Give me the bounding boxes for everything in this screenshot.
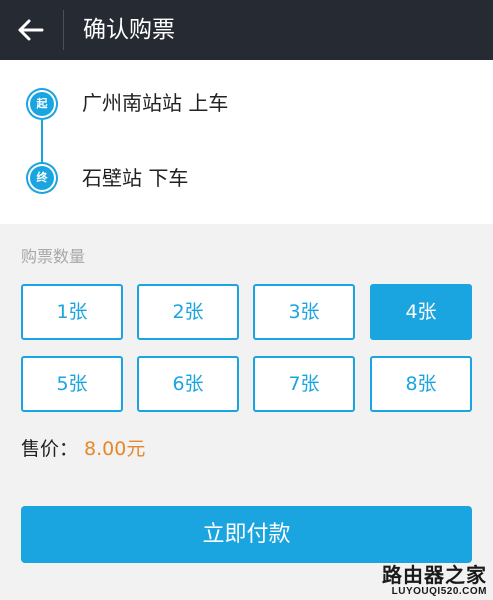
page-title: 确认购票 bbox=[83, 17, 175, 43]
start-stop-marker: 起 bbox=[30, 92, 54, 116]
watermark-text: 路由器之家 bbox=[382, 563, 487, 587]
header-divider bbox=[63, 10, 64, 50]
arrow-left-icon bbox=[18, 19, 44, 41]
price-label: 售价： bbox=[21, 438, 79, 460]
price-value: 8.00元 bbox=[84, 438, 146, 460]
ticket-option-5[interactable]: 5张 bbox=[21, 356, 123, 412]
alighting-station-label: 石壁站 下车 bbox=[82, 166, 189, 190]
ticket-option-2[interactable]: 2张 bbox=[137, 284, 239, 340]
ticket-option-1[interactable]: 1张 bbox=[21, 284, 123, 340]
ticket-option-6[interactable]: 6张 bbox=[137, 356, 239, 412]
pay-now-button[interactable]: 立即付款 bbox=[21, 506, 472, 563]
route-card bbox=[0, 60, 493, 224]
watermark-domain: LUYOUQI520.COM bbox=[391, 586, 487, 597]
ticket-option-3[interactable]: 3张 bbox=[253, 284, 355, 340]
top-bar: 确认购票 bbox=[0, 0, 493, 60]
price-row: 售价： 8.00元 bbox=[21, 436, 145, 462]
watermark-logo: 路由器之家 LUYOUQI520.COM bbox=[382, 564, 487, 598]
ticket-option-8[interactable]: 8张 bbox=[370, 356, 472, 412]
ticket-option-4-selected[interactable]: 4张 bbox=[370, 284, 472, 340]
end-stop-marker: 终 bbox=[30, 166, 54, 190]
ticket-option-7[interactable]: 7张 bbox=[253, 356, 355, 412]
back-button[interactable] bbox=[14, 14, 50, 46]
boarding-station-label: 广州南站站 上车 bbox=[82, 91, 229, 115]
route-connector-line bbox=[41, 120, 43, 164]
ticket-quantity-title: 购票数量 bbox=[21, 247, 86, 266]
